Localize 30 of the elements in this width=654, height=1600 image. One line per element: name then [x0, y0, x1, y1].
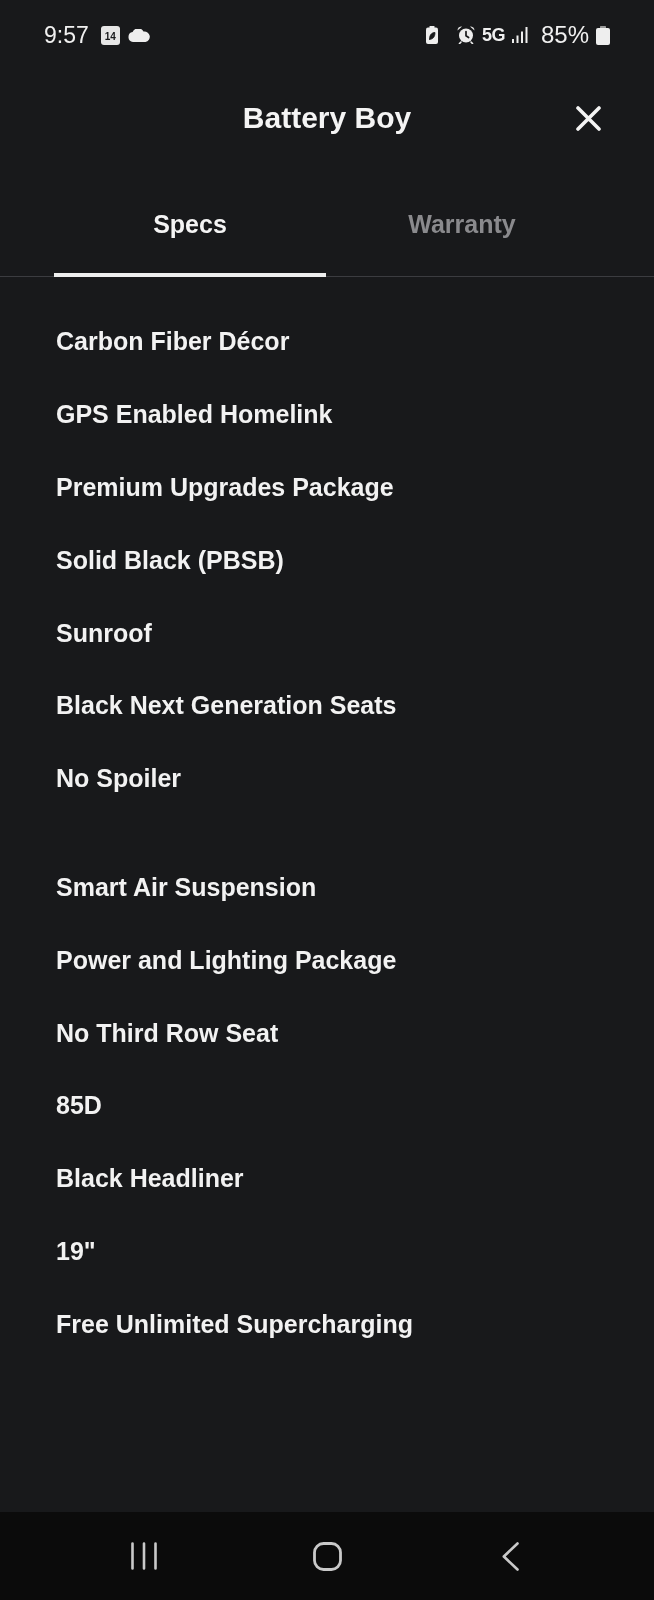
- spec-item: 19": [56, 1235, 96, 1266]
- spec-item: No Spoiler: [56, 763, 181, 794]
- spec-item: GPS Enabled Homelink: [56, 399, 333, 430]
- calendar-date: 14: [100, 25, 120, 45]
- back-icon: [501, 1541, 519, 1571]
- battery-percent: 85%: [540, 23, 589, 47]
- spec-item: No Third Row Seat: [56, 1017, 279, 1048]
- alarm-clock-icon: [456, 26, 475, 44]
- spec-item: Black Headliner: [56, 1163, 244, 1194]
- spec-item: 85D: [56, 1090, 102, 1121]
- spec-item: Black Next Generation Seats: [56, 690, 397, 721]
- tab[interactable]: Warranty: [326, 166, 598, 277]
- clock-time: 9:57: [44, 23, 89, 47]
- close-icon: [576, 105, 601, 131]
- spec-item: Carbon Fiber Décor: [56, 326, 290, 357]
- network-type: 5G: [481, 26, 505, 44]
- spec-item: Smart Air Suspension: [56, 871, 317, 902]
- spec-item: Power and Lighting Package: [56, 944, 397, 975]
- spec-item: Free Unlimited Supercharging: [56, 1308, 413, 1339]
- spec-item: Sunroof: [56, 617, 152, 648]
- battery-leaf-icon: [425, 26, 438, 44]
- home-icon: [312, 1541, 342, 1571]
- cloud-icon: [127, 28, 150, 42]
- signal-icon: [511, 27, 528, 43]
- tab[interactable]: Specs: [54, 166, 326, 277]
- spec-item: Solid Black (PBSB): [56, 544, 284, 575]
- page-title: Battery Boy: [242, 100, 412, 136]
- battery-icon: [596, 25, 610, 45]
- recents-icon: [131, 1542, 157, 1570]
- spec-item: Premium Upgrades Package: [56, 472, 394, 502]
